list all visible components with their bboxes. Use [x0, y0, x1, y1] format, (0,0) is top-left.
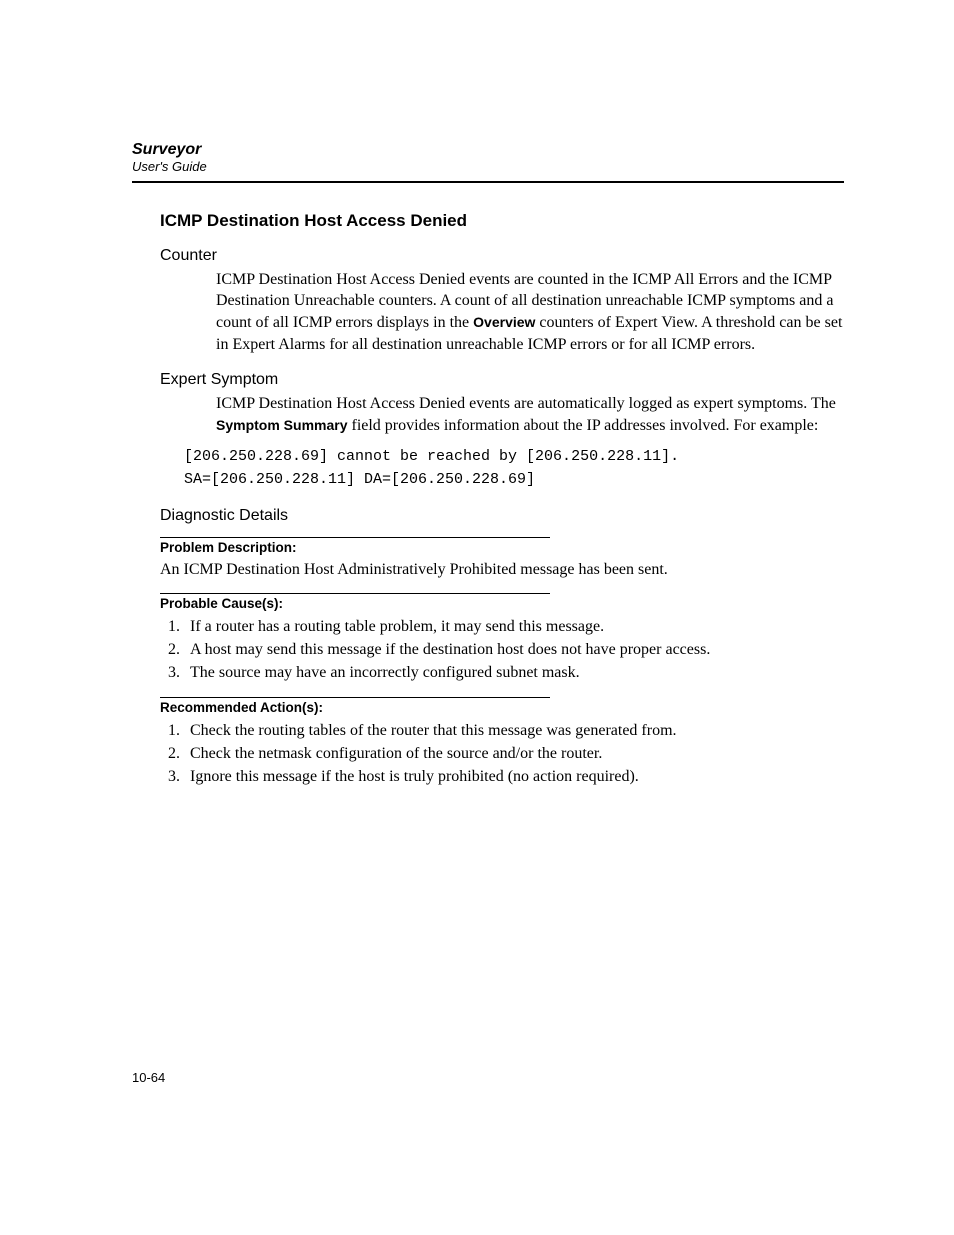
- list-item: The source may have an incorrectly confi…: [184, 661, 844, 684]
- list-item: Check the netmask configuration of the s…: [184, 742, 844, 765]
- divider: [160, 537, 550, 538]
- expert-heading: Expert Symptom: [160, 371, 844, 389]
- causes-list: If a router has a routing table problem,…: [160, 615, 844, 685]
- expert-code-example: [206.250.228.69] cannot be reached by [2…: [184, 446, 844, 491]
- problem-text: An ICMP Destination Host Administrativel…: [160, 559, 844, 581]
- counter-heading: Counter: [160, 247, 844, 265]
- causes-label: Probable Cause(s):: [160, 596, 844, 611]
- doc-subtitle: User's Guide: [132, 159, 844, 175]
- section-title: ICMP Destination Host Access Denied: [160, 211, 844, 231]
- diagnostic-heading: Diagnostic Details: [160, 507, 844, 525]
- actions-label: Recommended Action(s):: [160, 700, 844, 715]
- list-item: A host may send this message if the dest…: [184, 638, 844, 661]
- header-rule: [132, 181, 844, 183]
- list-item: If a router has a routing table problem,…: [184, 615, 844, 638]
- counter-text-bold: Overview: [473, 314, 535, 330]
- list-item: Ignore this message if the host is truly…: [184, 765, 844, 788]
- main-content: ICMP Destination Host Access Denied Coun…: [132, 211, 844, 788]
- list-item: Check the routing tables of the router t…: [184, 719, 844, 742]
- expert-text-post: field provides information about the IP …: [347, 417, 818, 434]
- expert-text-pre: ICMP Destination Host Access Denied even…: [216, 395, 836, 412]
- expert-text-bold: Symptom Summary: [216, 417, 347, 433]
- divider: [160, 593, 550, 594]
- divider: [160, 697, 550, 698]
- counter-text: ICMP Destination Host Access Denied even…: [216, 269, 844, 355]
- actions-list: Check the routing tables of the router t…: [160, 719, 844, 789]
- doc-title: Surveyor: [132, 140, 844, 159]
- problem-label: Problem Description:: [160, 540, 844, 555]
- expert-text: ICMP Destination Host Access Denied even…: [216, 393, 844, 436]
- page-number: 10-64: [132, 1070, 165, 1085]
- page-header: Surveyor User's Guide: [132, 140, 844, 175]
